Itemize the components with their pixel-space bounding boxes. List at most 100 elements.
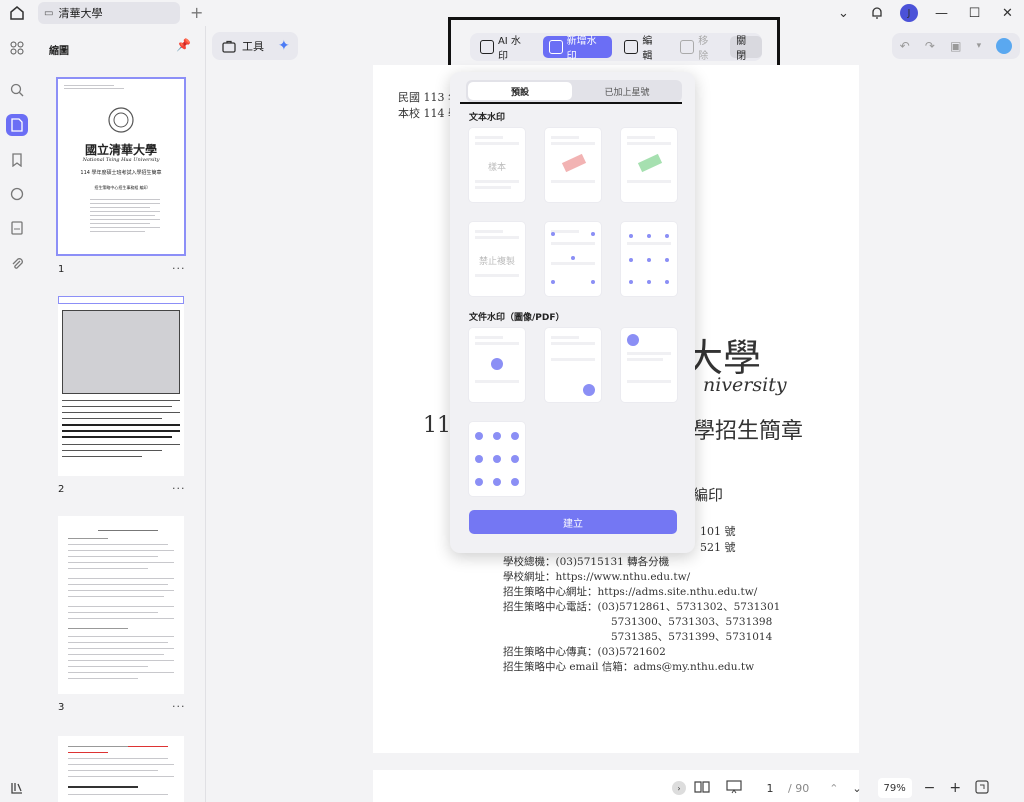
window-controls: ⌄ J — ☐ ✕ [827, 0, 1024, 26]
tab-title: 清華大學 [58, 7, 103, 20]
close-button[interactable]: ✕ [991, 0, 1024, 26]
ai-watermark-icon [480, 40, 494, 54]
doc-contact-3: 招生策略中心網址：https://adms.site.nthu.edu.tw/ [503, 586, 758, 598]
file-watermark-bottom-right[interactable] [545, 328, 601, 402]
university-seal-icon [108, 107, 134, 133]
pin-icon[interactable]: 📌 [176, 38, 191, 52]
chevron-down-icon[interactable]: ⌄ [852, 782, 861, 795]
doc-heading-right: 學招生簡章 [693, 419, 804, 444]
thumbnail-subtitle: 114 學年度碩士班考試入學招生簡章 [80, 170, 162, 176]
tab-preset[interactable]: 預設 [468, 82, 572, 100]
watermark-preset-red-stamp[interactable] [545, 128, 601, 202]
chevron-down-icon[interactable]: ⌄ [827, 0, 860, 26]
zoom-in-button[interactable]: + [949, 780, 961, 796]
doc-address-1: 101 號 [700, 525, 736, 538]
doc-contact-4: 招生策略中心電話：(03)5712861、5731302、5731301 [503, 601, 781, 613]
thumbnails-panel: 縮圖 📌 國立清華大學 National Tsing Hua Universit… [34, 26, 206, 802]
doc-contact-7: 招生策略中心傳真：(03)5721602 [503, 646, 666, 658]
watermark-popover: 預設 已加上星號 文本水印 樣本 禁止複製 文件水印（圖像/PDF） 建立 [450, 72, 695, 553]
new-tab-button[interactable]: + [190, 3, 203, 22]
tab-underline-annotation [460, 102, 682, 104]
library-icon[interactable] [7, 778, 27, 798]
watermark-preset-tiled-small[interactable] [545, 222, 601, 296]
doc-univ-en: niversity [703, 374, 787, 396]
maximize-button[interactable]: ☐ [958, 0, 991, 26]
watermark-toolbar: AI 水印 新增水印 編輯 移除 關閉 [470, 33, 763, 62]
doc-address-2: 521 號 [700, 541, 736, 554]
tab-starred[interactable]: 已加上星號 [574, 82, 680, 100]
presentation-icon[interactable] [726, 779, 742, 797]
file-watermark-center[interactable] [469, 328, 525, 402]
stamp-icon[interactable] [7, 218, 27, 238]
save-icon[interactable]: ▣ [950, 39, 961, 53]
tools-button[interactable]: 工具 ✦ [212, 32, 298, 60]
thumbnail-univ-cn: 國立清華大學 [84, 143, 157, 157]
thumbnail-page-number: 1 [58, 264, 65, 275]
ai-assistant-icon[interactable] [996, 38, 1013, 54]
red-stamp-icon [561, 153, 587, 173]
chevron-down-icon[interactable]: ▾ [977, 41, 982, 51]
green-stamp-icon [637, 153, 663, 173]
new-watermark-button[interactable]: 新增水印 [542, 36, 613, 62]
page-thumbnails-icon[interactable] [6, 114, 28, 136]
attachment-icon[interactable] [7, 254, 27, 274]
thumbnail-page-4[interactable] [58, 736, 184, 802]
watermark-preset-green-stamp[interactable] [621, 128, 677, 202]
toolbox-icon [222, 40, 236, 53]
thumbnail-more-button[interactable]: ··· [172, 262, 186, 275]
page-total: / 90 [788, 781, 810, 795]
doc-contact-8: 招生策略中心 email 信箱：adms@my.nthu.edu.tw [503, 661, 755, 673]
remove-icon [680, 40, 695, 54]
text-watermark-heading: 文本水印 [469, 113, 506, 123]
fit-page-icon[interactable] [975, 779, 989, 797]
comment-icon: ▭ [44, 7, 54, 19]
document-tab[interactable]: ▭ 清華大學 [38, 2, 180, 24]
edit-label: 編輯 [642, 36, 653, 62]
file-watermark-tiled[interactable] [469, 422, 525, 496]
nocopy-text: 禁止複製 [478, 257, 515, 267]
new-watermark-label: 新增水印 [566, 36, 597, 62]
avatar[interactable]: J [900, 4, 918, 22]
collapse-arrow-icon[interactable]: › [672, 781, 686, 795]
right-toolbar: ↶ ↷ ▣ ▾ [892, 33, 1020, 59]
thumbnail-more-button[interactable]: ··· [172, 482, 186, 495]
doc-contact-1: 學校總機：(03)5715131 轉各分機 [503, 556, 670, 568]
thumbnail-page-1[interactable]: 國立清華大學 National Tsing Hua University 114… [56, 77, 186, 256]
create-watermark-button[interactable]: 建立 [469, 510, 677, 534]
file-watermark-heading: 文件水印（圖像/PDF） [469, 313, 565, 323]
close-watermark-button[interactable]: 關閉 [730, 36, 763, 62]
thumbnail-more-button[interactable]: ··· [172, 700, 186, 713]
tools-label: 工具 [242, 40, 264, 53]
chevron-up-icon[interactable]: ⌃ [829, 782, 838, 795]
zoom-level[interactable]: 79% [877, 778, 912, 798]
watermark-preset-tiled-grid[interactable] [621, 222, 677, 296]
search-icon[interactable] [7, 80, 27, 100]
watermark-preset-sample[interactable]: 樣本 [469, 128, 525, 202]
doc-heading-left: 11 [423, 413, 451, 438]
minimize-button[interactable]: — [925, 0, 958, 26]
file-watermark-top-left[interactable] [621, 328, 677, 402]
ai-sparkle-icon[interactable]: ✦ [278, 38, 290, 54]
redo-icon[interactable]: ↷ [925, 39, 935, 53]
ai-watermark-label: AI 水印 [497, 36, 521, 62]
edit-watermark-button[interactable]: 編輯 [618, 36, 668, 62]
undo-icon[interactable]: ↶ [900, 39, 910, 53]
comment-icon[interactable] [7, 184, 27, 204]
watermark-preset-nocopy[interactable]: 禁止複製 [469, 222, 525, 296]
home-icon[interactable] [8, 4, 26, 22]
bookmark-icon[interactable] [7, 150, 27, 170]
thumbnail-page-number: 2 [58, 484, 65, 495]
page-number-input[interactable]: 1 [760, 779, 780, 797]
thumbnail-page-3[interactable] [58, 516, 184, 694]
thumbnail-page-2[interactable] [58, 296, 184, 476]
doc-contact-2: 學校網址：https://www.nthu.edu.tw/ [503, 571, 691, 583]
zoom-out-button[interactable]: − [924, 780, 936, 796]
remove-label: 移除 [698, 36, 709, 62]
doc-contact-5: 5731300、5731303、5731398 [611, 616, 773, 628]
ai-watermark-button[interactable]: AI 水印 [474, 36, 537, 62]
bell-icon[interactable] [860, 0, 893, 26]
remove-watermark-button[interactable]: 移除 [674, 36, 724, 62]
reading-mode-icon[interactable] [694, 780, 710, 797]
thumbnail-univ-en: National Tsing Hua University [82, 157, 160, 163]
grid-icon[interactable] [7, 38, 27, 58]
